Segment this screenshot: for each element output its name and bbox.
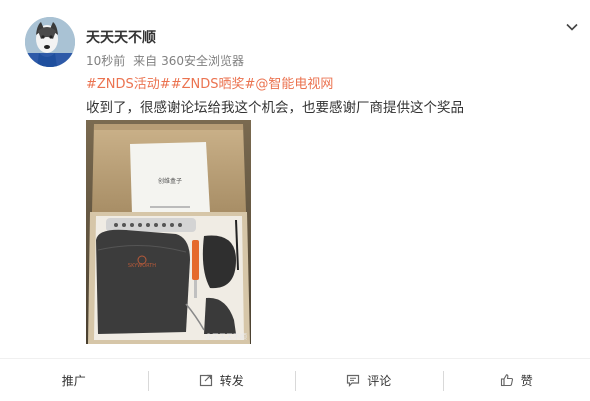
chevron-down-icon[interactable] xyxy=(565,19,579,33)
source-prefix: 来自 xyxy=(133,54,157,68)
card-text: 创维盒子 xyxy=(158,177,182,185)
avatar-image xyxy=(25,17,75,67)
weibo-post-card: 天天天不顺 10秒前 来自 360安全浏览器 #ZNDS活动##ZNDS晒奖#@智… xyxy=(0,0,590,400)
post-photo[interactable]: 创维盒子 SKYWORTH @天天天 xyxy=(86,120,251,344)
action-bar: 推广 转发 评论 xyxy=(0,358,590,401)
photo-image: 创维盒子 SKYWORTH xyxy=(86,120,251,344)
topic-tag-znds-activity[interactable]: #ZNDS活动# xyxy=(86,77,171,92)
username[interactable]: 天天天不顺 xyxy=(86,27,156,47)
comment-button[interactable]: 评论 xyxy=(295,370,443,390)
like-button[interactable]: 赞 xyxy=(443,370,590,390)
comment-label: 评论 xyxy=(367,372,391,389)
comment-icon xyxy=(346,373,360,387)
mention-link[interactable]: @智能电视网 xyxy=(255,77,333,92)
post-content: 收到了，很感谢论坛给我这个机会，也要感谢厂商提供这个奖品 xyxy=(86,96,464,116)
thumbs-up-icon xyxy=(500,373,514,387)
post-meta: 10秒前 来自 360安全浏览器 xyxy=(86,52,248,69)
like-label: 赞 xyxy=(521,372,533,389)
post-time[interactable]: 10秒前 xyxy=(86,54,125,68)
repost-label: 转发 xyxy=(220,372,244,389)
post-tags: #ZNDS活动##ZNDS晒奖#@智能电视网 xyxy=(86,73,333,92)
photo-watermark: @天天天不顺 xyxy=(205,332,247,342)
post-source: 360安全浏览器 xyxy=(161,54,244,68)
repost-icon xyxy=(199,373,213,387)
repost-button[interactable]: 转发 xyxy=(148,370,296,390)
topic-tag-znds-prize[interactable]: #ZNDS晒奖# xyxy=(171,77,256,92)
promote-label: 推广 xyxy=(62,372,86,389)
avatar[interactable] xyxy=(25,17,75,67)
promote-button[interactable]: 推广 xyxy=(0,370,148,390)
